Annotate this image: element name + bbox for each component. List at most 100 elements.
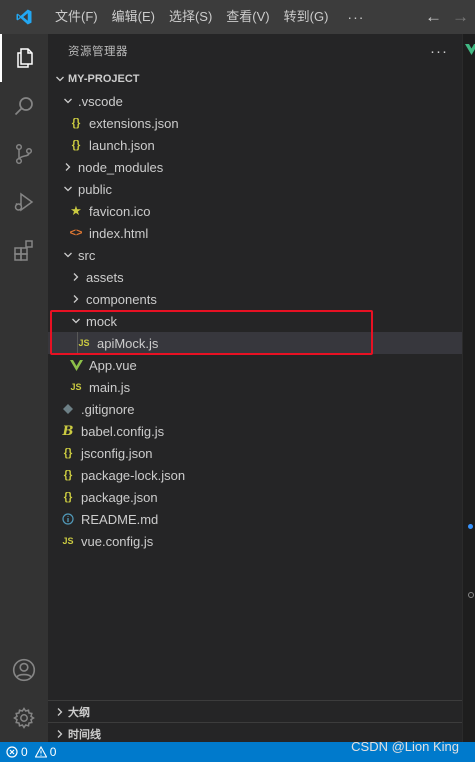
file-item[interactable]: JS vue.config.js — [48, 530, 462, 552]
file-label: App.vue — [89, 357, 137, 373]
readme-info-icon — [60, 508, 76, 530]
chevron-right-icon — [60, 156, 76, 178]
file-label: favicon.ico — [89, 203, 151, 219]
explorer-header: 资源管理器 ··· — [48, 34, 462, 68]
menu-edit[interactable]: 编辑(E) — [105, 0, 162, 34]
extensions-icon[interactable] — [0, 226, 48, 274]
file-item[interactable]: Bbabel.config.js — [48, 420, 462, 442]
vue-logo-icon — [465, 44, 475, 55]
js-file-icon: JS — [62, 536, 74, 546]
indent-guide — [77, 332, 78, 354]
file-item[interactable]: ★ favicon.ico — [48, 200, 462, 222]
file-label: package-lock.json — [81, 467, 186, 483]
folder-item[interactable]: src — [48, 244, 462, 266]
file-label: package.json — [81, 489, 158, 505]
scroll-marker — [468, 592, 474, 598]
folder-label: node_modules — [78, 159, 164, 175]
menu-selection[interactable]: 选择(S) — [162, 0, 219, 34]
file-item[interactable]: {} package.json — [48, 486, 462, 508]
file-item[interactable]: {} jsconfig.json — [48, 442, 462, 464]
json-file-icon: {} — [63, 491, 73, 503]
file-label: main.js — [89, 379, 131, 395]
project-section-header[interactable]: MY-PROJECT — [48, 68, 462, 90]
file-item[interactable]: {} launch.json — [48, 134, 462, 156]
menu-file[interactable]: 文件(F) — [48, 0, 105, 34]
scroll-marker — [468, 524, 473, 529]
menu-view[interactable]: 查看(V) — [219, 0, 276, 34]
watermark-text: CSDN @Lion King — [351, 739, 459, 754]
timeline-label: 时间线 — [68, 728, 101, 741]
file-item[interactable]: App.vue — [48, 354, 462, 376]
menu-more-button[interactable]: ··· — [335, 9, 376, 25]
activity-bar — [0, 34, 48, 742]
editor-area-edge — [462, 34, 475, 742]
folder-item[interactable]: assets — [48, 266, 462, 288]
explorer-more-button[interactable]: ··· — [430, 43, 448, 60]
warning-count: 0 — [49, 745, 57, 759]
run-debug-icon[interactable] — [0, 178, 48, 226]
folder-label: assets — [86, 269, 124, 285]
file-label: jsconfig.json — [81, 445, 153, 461]
problems-indicator[interactable]: 0 0 — [6, 745, 56, 759]
json-file-icon: {} — [63, 447, 73, 459]
folder-label: src — [78, 247, 96, 263]
chevron-down-icon — [52, 68, 68, 90]
menu-bar: 文件(F) 编辑(E) 选择(S) 查看(V) 转到(G) ··· — [48, 0, 376, 34]
babel-file-icon: B — [62, 423, 74, 439]
folder-item[interactable]: public — [48, 178, 462, 200]
menu-go[interactable]: 转到(G) — [277, 0, 336, 34]
json-file-icon: {} — [63, 469, 73, 481]
error-icon — [6, 746, 18, 758]
chevron-down-icon — [60, 244, 76, 266]
file-item[interactable]: JS main.js — [48, 376, 462, 398]
folder-item[interactable]: components — [48, 288, 462, 310]
title-bar: 文件(F) 编辑(E) 选择(S) 查看(V) 转到(G) ··· ← → — [0, 0, 475, 34]
chevron-right-icon — [68, 288, 84, 310]
file-label: index.html — [89, 225, 149, 241]
js-file-icon: JS — [78, 338, 90, 348]
file-label: apiMock.js — [97, 335, 159, 351]
folder-item[interactable]: .vscode — [48, 90, 462, 112]
folder-item[interactable]: node_modules — [48, 156, 462, 178]
folder-item[interactable]: mock — [48, 310, 462, 332]
file-item[interactable]: README.md — [48, 508, 462, 530]
gitignore-icon — [60, 398, 76, 420]
file-item[interactable]: <> index.html — [48, 222, 462, 244]
file-item[interactable]: JS apiMock.js — [48, 332, 462, 354]
project-name: MY-PROJECT — [68, 73, 140, 85]
file-label: babel.config.js — [81, 423, 165, 439]
file-tree: .vscode {} extensions.json {} launch.json nod… — [48, 90, 462, 552]
source-control-icon[interactable] — [0, 130, 48, 178]
chevron-right-icon — [52, 701, 68, 723]
file-label: extensions.json — [89, 115, 179, 131]
search-icon[interactable] — [0, 82, 48, 130]
error-count: 0 — [21, 745, 28, 759]
html-file-icon: <> — [69, 227, 83, 239]
back-arrow-icon[interactable]: ← — [425, 7, 442, 27]
vue-file-icon — [68, 354, 84, 376]
file-item[interactable]: {} extensions.json — [48, 112, 462, 134]
favicon-star-icon: ★ — [70, 203, 82, 218]
file-item[interactable]: .gitignore — [48, 398, 462, 420]
explorer-title: 资源管理器 — [68, 46, 128, 58]
folder-label: components — [86, 291, 157, 307]
json-file-icon: {} — [71, 139, 81, 151]
js-file-icon: JS — [70, 382, 82, 392]
account-icon[interactable] — [0, 646, 48, 694]
settings-gear-icon[interactable] — [0, 694, 48, 742]
json-file-icon: {} — [71, 117, 81, 129]
folder-label: public — [78, 181, 112, 197]
folder-label: .vscode — [78, 93, 123, 109]
vscode-logo-icon — [0, 0, 48, 34]
warning-icon — [34, 746, 47, 758]
navigation-arrows: ← → — [425, 0, 469, 34]
forward-arrow-icon[interactable]: → — [452, 7, 469, 27]
file-label: launch.json — [89, 137, 155, 153]
file-item[interactable]: {} package-lock.json — [48, 464, 462, 486]
chevron-right-icon — [68, 266, 84, 288]
outline-label: 大纲 — [68, 706, 90, 719]
explorer-icon[interactable] — [0, 34, 48, 82]
outline-section-header[interactable]: 大纲 — [48, 700, 462, 722]
chevron-down-icon — [60, 90, 76, 112]
file-label: vue.config.js — [81, 533, 154, 549]
